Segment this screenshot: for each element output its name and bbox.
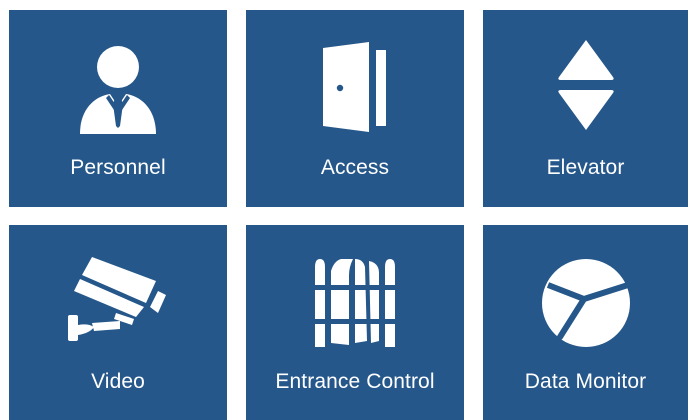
- tile-personnel[interactable]: Personnel: [9, 10, 227, 207]
- elevator-arrows-icon: [483, 40, 688, 136]
- tile-video[interactable]: Video: [9, 225, 227, 420]
- tile-label-video: Video: [91, 370, 145, 393]
- tile-access[interactable]: Access: [246, 10, 464, 207]
- person-icon: [9, 40, 227, 136]
- pie-chart-icon: [483, 255, 688, 351]
- tile-elevator[interactable]: Elevator: [483, 10, 688, 207]
- tile-label-elevator: Elevator: [546, 156, 625, 179]
- door-icon: [246, 40, 464, 136]
- tile-entrance-control[interactable]: Entrance Control: [246, 225, 464, 420]
- tile-label-access: Access: [320, 156, 390, 179]
- tile-label-personnel: Personnel: [70, 156, 166, 179]
- security-camera-icon: [9, 255, 227, 351]
- tile-label-entrance-control: Entrance Control: [275, 370, 435, 393]
- tile-label-data-monitor: Data Monitor: [524, 370, 647, 393]
- tile-data-monitor[interactable]: Data Monitor: [483, 225, 688, 420]
- turnstile-gate-icon: [246, 255, 464, 351]
